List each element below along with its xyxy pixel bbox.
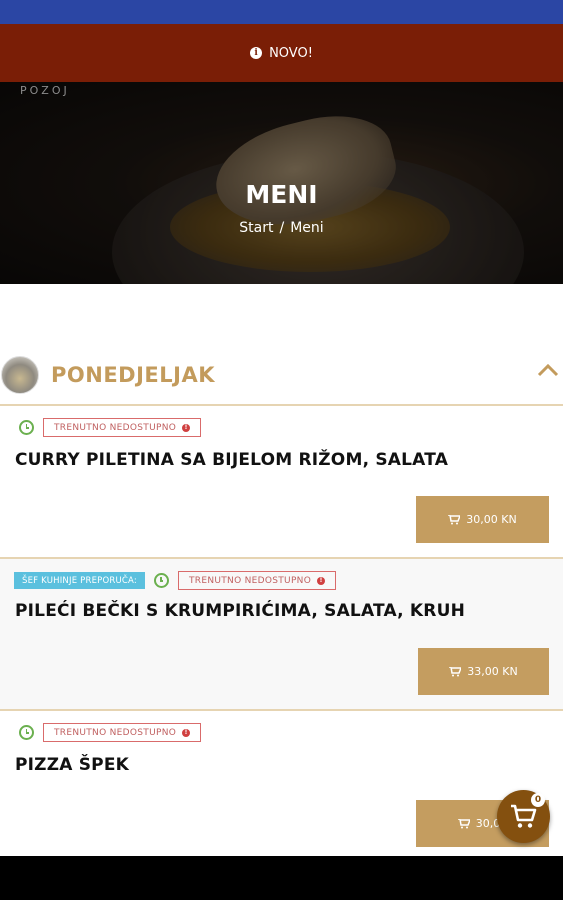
add-to-cart-button[interactable]: 30,00 KN <box>416 496 549 543</box>
system-nav-bar <box>0 856 563 900</box>
notice-bar[interactable]: i NOVO! <box>0 24 563 82</box>
shopping-cart-icon <box>510 804 536 828</box>
clock-icon <box>19 725 34 740</box>
breadcrumb: Start / Meni <box>0 220 563 236</box>
clock-icon <box>153 573 169 588</box>
alert-icon: ! <box>182 423 191 432</box>
info-icon: i <box>250 47 263 59</box>
breadcrumb-separator: / <box>279 220 285 236</box>
menu-item: ŠEF KUHINJE PREPORUČA: TRENUTNO NEDOSTUP… <box>0 557 563 709</box>
page-title: MENI <box>245 180 318 209</box>
breadcrumb-start[interactable]: Start <box>239 220 273 236</box>
menu-content: PONEDJELJAK TRENUTNO NEDOSTUPNO ! CURRY … <box>0 284 563 856</box>
unavailable-label: TRENUTNO NEDOSTUPNO <box>188 575 312 586</box>
menu-item: TRENUTNO NEDOSTUPNO ! PIZZA ŠPEK 30,00 <box>0 709 563 856</box>
unavailable-badge: TRENUTNO NEDOSTUPNO ! <box>43 723 202 742</box>
add-to-cart-button[interactable]: 33,00 KN <box>418 648 549 695</box>
cart-icon <box>448 514 461 524</box>
day-section-header[interactable]: PONEDJELJAK <box>0 346 563 404</box>
notice-label: NOVO! <box>269 45 313 61</box>
price-label: 33,00 KN <box>467 665 518 678</box>
breadcrumb-current: Meni <box>290 220 324 236</box>
cart-icon <box>457 818 470 828</box>
unavailable-label: TRENUTNO NEDOSTUPNO <box>54 422 177 433</box>
unavailable-badge: TRENUTNO NEDOSTUPNO ! <box>43 418 202 437</box>
item-name: PILEĆI BEČKI S KRUMPIRIĆIMA, SALATA, KRU… <box>15 601 466 621</box>
day-avatar <box>1 356 39 394</box>
chef-recommends-badge: ŠEF KUHINJE PREPORUČA: <box>14 572 145 589</box>
menu-item: TRENUTNO NEDOSTUPNO ! CURRY PILETINA SA … <box>0 404 563 557</box>
brand-logo: POZOJ <box>20 84 70 97</box>
price-label: 30,00 KN <box>466 513 517 526</box>
unavailable-label: TRENUTNO NEDOSTUPNO <box>54 727 177 738</box>
alert-icon: ! <box>182 728 191 737</box>
clock-icon <box>19 420 34 435</box>
hero-banner: POZOJ MENI Start / Meni <box>0 82 563 284</box>
cart-fab[interactable]: 0 <box>497 790 550 843</box>
alert-icon: ! <box>317 576 326 585</box>
item-name: CURRY PILETINA SA BIJELOM RIŽOM, SALATA <box>15 450 449 470</box>
cart-icon <box>449 666 462 676</box>
cart-count-badge: 0 <box>531 793 545 807</box>
day-title: PONEDJELJAK <box>51 363 215 387</box>
unavailable-badge: TRENUTNO NEDOSTUPNO ! <box>177 571 337 590</box>
chevron-up-icon[interactable] <box>537 360 559 382</box>
status-bar <box>0 0 563 24</box>
item-name: PIZZA ŠPEK <box>15 755 130 775</box>
